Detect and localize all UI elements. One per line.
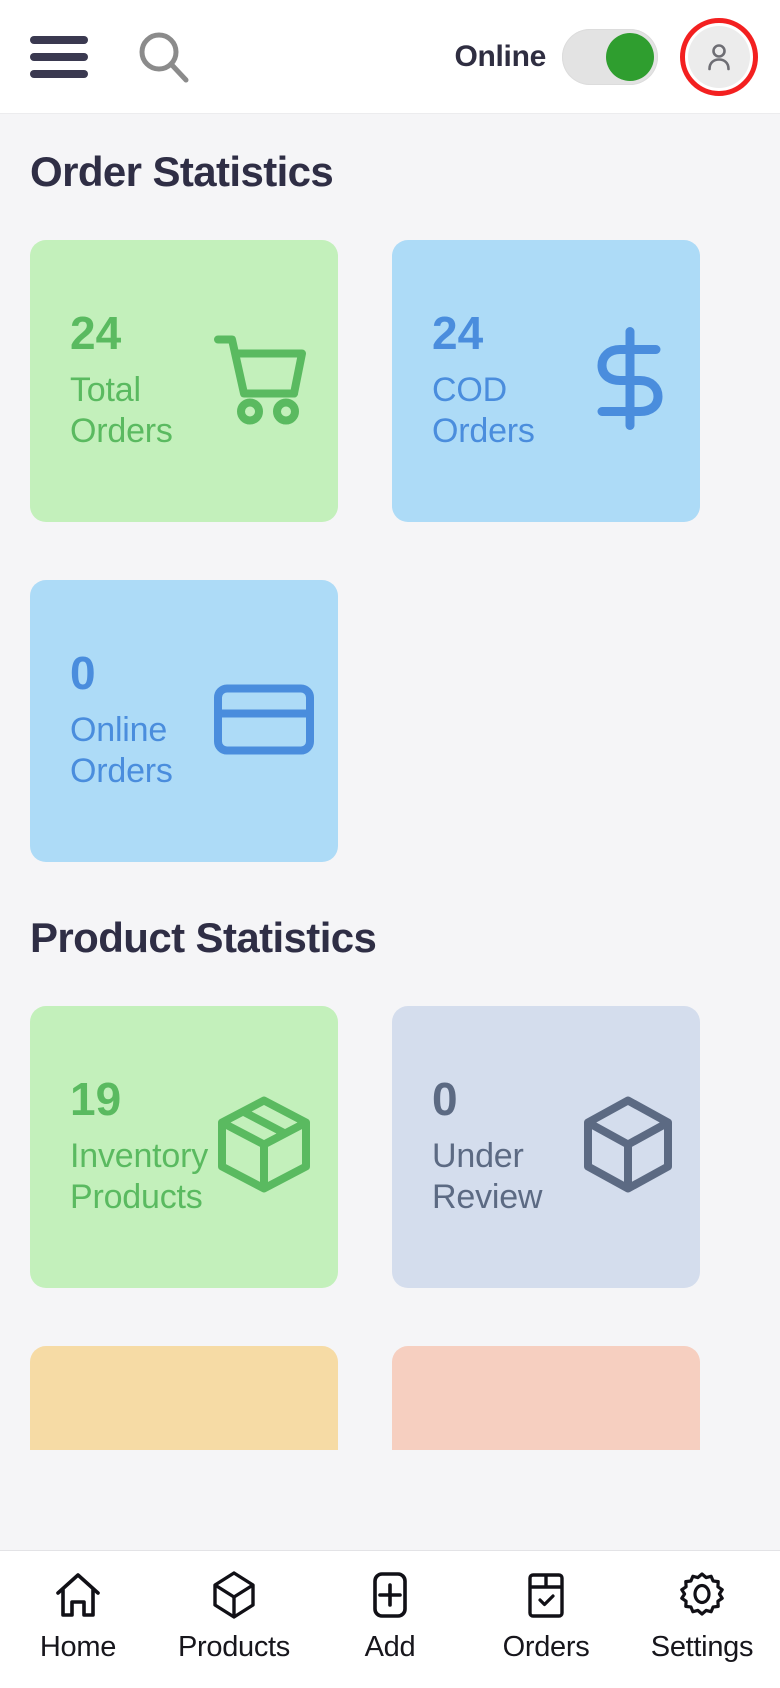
stat-label-line2: Orders — [70, 412, 173, 450]
stat-value: 24 — [70, 306, 122, 359]
nav-item-orders[interactable]: Orders — [468, 1567, 624, 1664]
stat-label-line2: Products — [70, 1178, 203, 1216]
stat-label-line1: Total — [70, 370, 141, 409]
product-statistics-title: Product Statistics — [30, 914, 377, 961]
stat-value: 0 — [70, 646, 96, 699]
app-screen: Online Order Statistics 24 Total Orders … — [0, 0, 780, 1688]
nav-label: Products — [177, 1631, 291, 1663]
stat-value: 0 — [432, 1072, 458, 1125]
stat-value: 19 — [70, 1072, 122, 1125]
dollar-sign-icon — [582, 324, 678, 439]
stat-label-line2: Orders — [432, 412, 535, 450]
page-title: Order Statistics — [30, 148, 334, 195]
plus-square-icon — [364, 1567, 416, 1623]
stat-label-line1: Online — [70, 710, 168, 749]
app-header: Online — [0, 0, 780, 114]
toggle-knob — [606, 32, 654, 81]
stat-card-inventory-products[interactable]: 19 Inventory Products — [30, 1006, 338, 1288]
nav-item-products[interactable]: Products — [156, 1567, 312, 1664]
stat-card-orange[interactable]: 4 — [30, 1346, 338, 1450]
stat-card-under-review[interactable]: 0 Under Review — [392, 1006, 700, 1288]
nav-label: Add — [364, 1631, 416, 1663]
shopping-cart-icon — [206, 324, 316, 439]
gear-icon — [676, 1567, 728, 1623]
online-status-toggle[interactable] — [562, 28, 658, 85]
stat-card-cod-orders[interactable]: 24 COD Orders — [392, 240, 700, 522]
hamburger-menu-icon[interactable] — [30, 35, 88, 78]
credit-card-icon — [212, 679, 316, 764]
stat-card-texts: 0 Under Review — [432, 1076, 542, 1219]
product-stats-grid: 19 Inventory Products 0 Under Review — [30, 1006, 750, 1450]
online-status-label: Online — [454, 39, 546, 73]
stat-card-texts: 24 Total Orders — [70, 310, 173, 453]
nav-item-settings[interactable]: Settings — [624, 1567, 780, 1664]
search-icon[interactable] — [132, 25, 196, 89]
avatar-circle — [688, 25, 750, 88]
stat-label-line2: Review — [432, 1178, 543, 1216]
stat-label-line2: Orders — [70, 752, 173, 790]
bottom-navigation-bar: Home Products Add Orders Settings — [0, 1550, 780, 1688]
home-icon — [52, 1567, 104, 1623]
nav-label: Orders — [502, 1631, 590, 1663]
wireframe-cube-icon — [578, 1093, 678, 1202]
hamburger-bar — [30, 35, 88, 44]
stat-label-line1: COD — [432, 370, 507, 409]
hamburger-bar — [30, 52, 88, 61]
nav-label: Home — [39, 1631, 117, 1663]
stat-value: 24 — [432, 306, 484, 359]
grid-empty-cell — [392, 580, 700, 862]
cube-icon — [208, 1567, 260, 1623]
stat-card-texts: 19 Inventory Products — [70, 1076, 208, 1219]
stat-card-red[interactable]: 4 — [392, 1346, 700, 1450]
avatar[interactable] — [680, 17, 758, 96]
nav-label: Settings — [650, 1631, 754, 1663]
nav-item-home[interactable]: Home — [0, 1567, 156, 1664]
package-box-icon — [212, 1093, 316, 1202]
order-stats-grid: 24 Total Orders 24 COD Orders 0 Online O… — [30, 240, 750, 862]
stat-label-line1: Under — [432, 1136, 524, 1175]
dashboard-scroll-area[interactable]: Order Statistics 24 Total Orders 24 COD … — [0, 114, 780, 1450]
stat-card-total-orders[interactable]: 24 Total Orders — [30, 240, 338, 522]
hamburger-bar — [30, 69, 88, 78]
stat-card-texts: 0 Online Orders — [70, 650, 173, 793]
stat-card-texts: 24 COD Orders — [432, 310, 535, 453]
stat-card-online-orders[interactable]: 0 Online Orders — [30, 580, 338, 862]
stat-label-line1: Inventory — [70, 1136, 209, 1175]
order-box-check-icon — [520, 1567, 572, 1623]
nav-item-add[interactable]: Add — [312, 1567, 468, 1664]
